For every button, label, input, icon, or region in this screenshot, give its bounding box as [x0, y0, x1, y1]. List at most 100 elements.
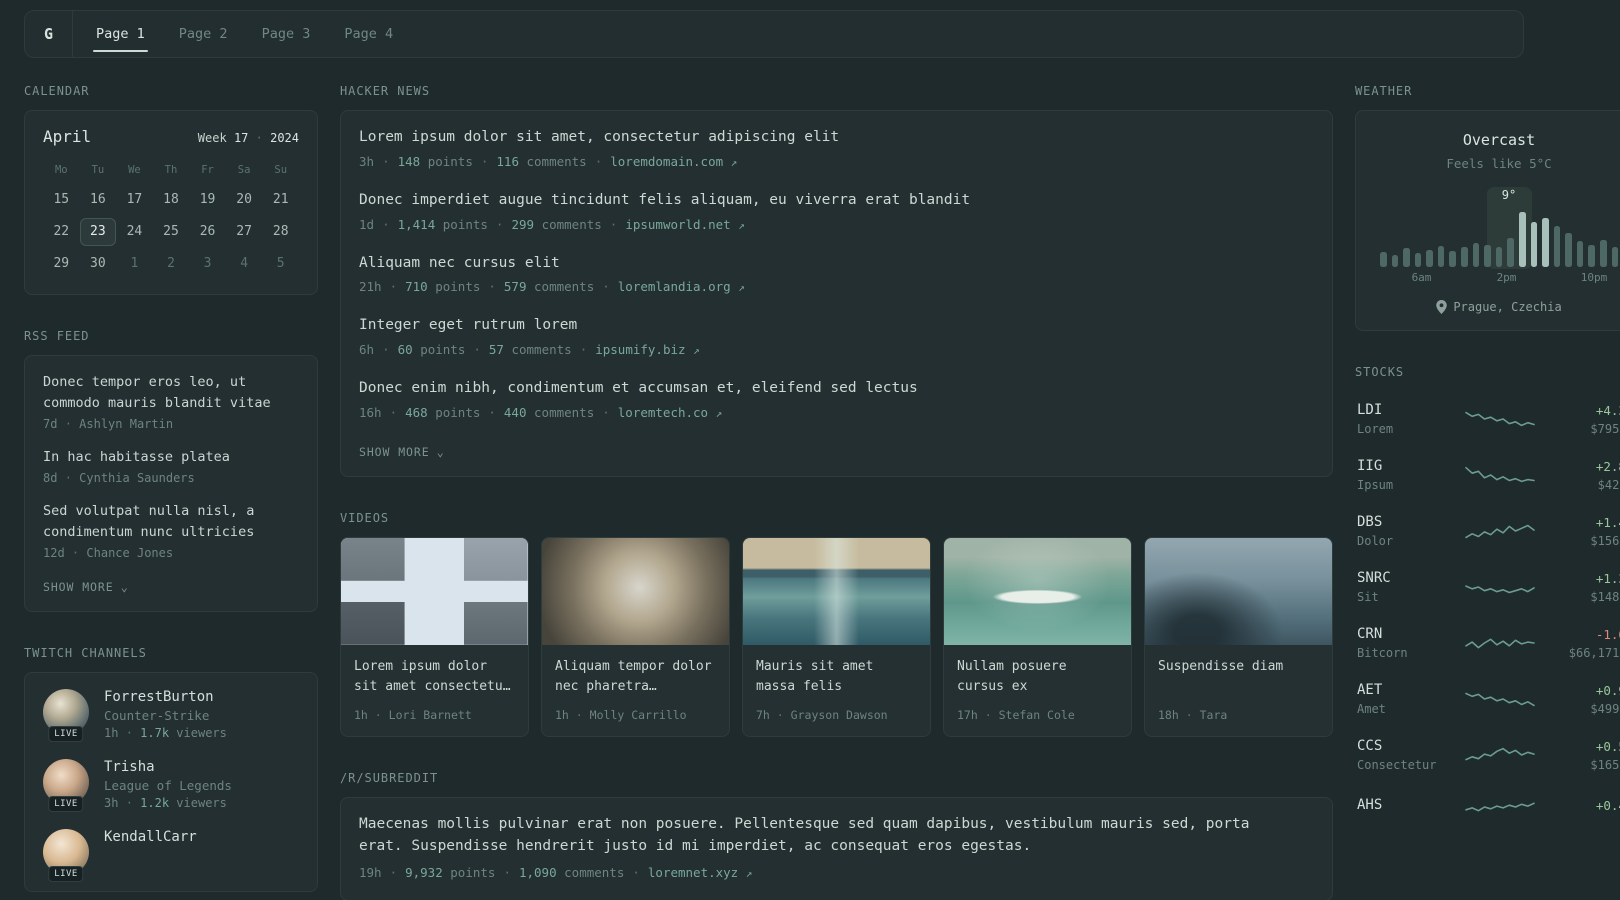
- twitch-channel-game: Counter-Strike: [104, 707, 210, 723]
- hackernews-show-more-button[interactable]: SHOW MORE ⌄: [359, 445, 445, 459]
- rss-item[interactable]: Donec tempor eros leo, ut commodo mauris…: [43, 372, 299, 431]
- hackernews-item-meta: 6h · 60 points · 57 comments · ipsumify.biz…: [359, 342, 700, 357]
- video-title[interactable]: Suspendisse diam: [1158, 657, 1319, 698]
- weather-feels-like: Feels like 5°C: [1446, 156, 1552, 171]
- stock-row[interactable]: AHS +0.46%: [1355, 783, 1620, 831]
- hackernews-item: Aliquam nec cursus elit 21h · 710 points ·…: [359, 253, 1314, 295]
- stock-row[interactable]: CRN Bitcorn -1.00% $66,171.48: [1355, 615, 1620, 671]
- hackernews-item-link[interactable]: loremlandia.org ↗: [618, 279, 745, 294]
- weather-bar: [1530, 221, 1538, 267]
- stock-row[interactable]: DBS Dolor +1.42% $156.28: [1355, 503, 1620, 559]
- subreddit-post: Maecenas mollis pulvinar erat non posuer…: [359, 814, 1314, 881]
- rss-item[interactable]: Sed volutpat nulla nisl, a condimentum n…: [43, 501, 299, 560]
- stock-price: $148.64: [1590, 589, 1620, 604]
- weather-bar: [1518, 211, 1526, 267]
- hackernews-item-link[interactable]: ipsumworld.net ↗: [625, 217, 745, 232]
- rss-item-title[interactable]: Sed volutpat nulla nisl, a condimentum n…: [43, 501, 299, 543]
- weather-bar: [1426, 249, 1433, 267]
- rss-item-title[interactable]: In hac habitasse platea: [43, 447, 299, 468]
- weather-bar: [1576, 241, 1584, 267]
- video-thumbnail[interactable]: [944, 537, 1131, 645]
- weather-bar: [1507, 238, 1514, 267]
- weather-bar: [1495, 247, 1503, 267]
- twitch-channel[interactable]: LIVE ForrestBurton Counter-Strike 1h · 1…: [43, 688, 299, 742]
- videos-row: Lorem ipsum dolor sit amet consectetu… 1…: [340, 536, 1333, 737]
- weekday-label: Th: [164, 164, 178, 176]
- weather-bar: [1403, 248, 1410, 267]
- weather-bar: [1588, 244, 1595, 267]
- widget-title-twitch: TWITCH CHANNELS: [24, 645, 147, 660]
- page-tab[interactable]: Page 2: [162, 11, 245, 57]
- video-thumbnail[interactable]: [341, 537, 528, 645]
- weather-time-labels: 6am 2pm 10pm: [1411, 271, 1608, 284]
- video-card[interactable]: Mauris sit amet massa felis 7h · Grayson…: [742, 536, 931, 737]
- weather-bar: [1553, 226, 1561, 267]
- location-pin-icon: [1436, 300, 1448, 314]
- twitch-channel-name[interactable]: KendallCarr: [104, 829, 197, 845]
- stock-row[interactable]: IIG Ipsum +2.84% $42.04: [1355, 447, 1620, 503]
- rss-show-more-button[interactable]: SHOW MORE ⌄: [43, 580, 129, 594]
- rss-item-title[interactable]: Donec tempor eros leo, ut commodo mauris…: [43, 372, 299, 414]
- subreddit-post-link[interactable]: loremnet.xyz ↗: [648, 865, 752, 880]
- external-link-icon: ↗: [738, 281, 745, 295]
- hackernews-item-title[interactable]: Integer eget rutrum lorem: [359, 315, 1314, 337]
- page-tab[interactable]: Page 4: [327, 11, 410, 57]
- rss-item-meta: 8d · Cynthia Saunders: [43, 470, 195, 485]
- hackernews-item-link[interactable]: loremdomain.com ↗: [610, 154, 737, 169]
- topbar: G Page 1 Page 2 Page 3 Page 4: [24, 10, 1524, 58]
- stock-sparkline: [1451, 574, 1549, 600]
- hackernews-item-title[interactable]: Donec enim nibh, condimentum et accumsan…: [359, 378, 1314, 400]
- stock-symbol: DBS: [1357, 514, 1383, 530]
- video-thumbnail[interactable]: [743, 537, 930, 645]
- stock-row[interactable]: AET Amet +0.92% $499.72: [1355, 671, 1620, 727]
- hackernews-item-title[interactable]: Donec imperdiet augue tincidunt felis al…: [359, 190, 1314, 212]
- video-title[interactable]: Aliquam tempor dolor nec pharetra…: [555, 657, 716, 698]
- stock-change: +0.92%: [1595, 682, 1620, 698]
- twitch-channel[interactable]: LIVE Trisha League of Legends 3h · 1.2k …: [43, 758, 299, 812]
- video-title[interactable]: Mauris sit amet massa felis: [756, 657, 917, 698]
- calendar-day: 16: [90, 192, 106, 207]
- hackernews-item-title[interactable]: Aliquam nec cursus elit: [359, 253, 1314, 275]
- weekday-label: We: [128, 164, 141, 176]
- stock-row[interactable]: SNRC Sit +1.36% $148.64: [1355, 559, 1620, 615]
- subreddit-post-meta: 19h · 9,932 points · 1,090 comments · lorem…: [359, 865, 753, 881]
- calendar-day: 21: [272, 192, 289, 207]
- hackernews-item-link[interactable]: ipsumify.biz ↗: [595, 342, 699, 357]
- stock-values: +0.92% $499.72: [1549, 683, 1620, 716]
- video-thumbnail[interactable]: [542, 537, 729, 645]
- stock-identity: SNRC Sit: [1357, 570, 1451, 604]
- rss-item-meta: 12d · Chance Jones: [43, 545, 174, 560]
- stock-identity: CCS Consectetur: [1357, 738, 1451, 772]
- twitch-channel-name[interactable]: Trisha: [104, 759, 232, 775]
- video-title[interactable]: Lorem ipsum dolor sit amet consectetu…: [354, 657, 515, 698]
- video-card[interactable]: Lorem ipsum dolor sit amet consectetu… 1…: [340, 536, 529, 737]
- stocks-list: LDI Lorem +4.35% $795.18: [1355, 391, 1620, 831]
- video-title[interactable]: Nullam posuere cursus ex: [957, 657, 1118, 698]
- video-card[interactable]: Suspendisse diam 18h · Tara: [1144, 536, 1333, 737]
- stock-values: +1.42% $156.28: [1549, 515, 1620, 548]
- stock-values: +2.84% $42.04: [1549, 459, 1620, 492]
- video-meta: 7h · Grayson Dawson: [756, 707, 888, 722]
- external-link-icon: ↗: [745, 867, 753, 881]
- twitch-channel[interactable]: LIVE KendallCarr: [43, 828, 299, 882]
- twitch-channel-name[interactable]: ForrestBurton: [104, 689, 227, 705]
- page-tab[interactable]: Page 3: [245, 11, 328, 57]
- video-card[interactable]: Aliquam tempor dolor nec pharetra… 1h · …: [541, 536, 730, 737]
- chevron-down-icon: ⌄: [436, 444, 445, 459]
- twitch-avatar: LIVE: [43, 688, 89, 742]
- widget-title-hackernews: HACKER NEWS: [340, 84, 431, 98]
- stock-sparkline: [1451, 406, 1549, 432]
- rss-item[interactable]: In hac habitasse platea 8d · Cynthia Sau…: [43, 447, 299, 485]
- hackernews-item-title[interactable]: Lorem ipsum dolor sit amet, consectetur …: [359, 127, 1314, 149]
- weather-bar: [1437, 246, 1445, 267]
- stock-row[interactable]: LDI Lorem +4.35% $795.18: [1355, 391, 1620, 447]
- app-logo[interactable]: G: [25, 11, 73, 57]
- page-tab[interactable]: Page 1: [79, 11, 162, 57]
- video-thumbnail[interactable]: [1145, 537, 1332, 645]
- widget-title-stocks: STOCKS: [1355, 365, 1405, 379]
- subreddit-post-title[interactable]: Maecenas mollis pulvinar erat non posuer…: [359, 814, 1276, 858]
- video-card[interactable]: Nullam posuere cursus ex 17h · Stefan Co…: [943, 536, 1132, 737]
- twitch-channel-info: Trisha League of Legends 3h · 1.2k viewe…: [104, 759, 232, 810]
- hackernews-item-link[interactable]: loremtech.co ↗: [618, 405, 722, 420]
- stock-row[interactable]: CCS Consectetur +0.51% $165.84: [1355, 727, 1620, 783]
